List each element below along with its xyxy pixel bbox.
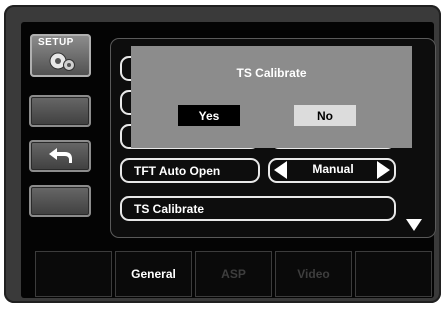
- tab-asp[interactable]: ASP: [195, 251, 272, 297]
- ts-calibrate-dialog: TS Calibrate Yes No: [131, 46, 412, 148]
- setup-button[interactable]: SETUP: [30, 34, 91, 77]
- previous-option-arrow-icon[interactable]: [274, 161, 287, 179]
- tab-blank-left[interactable]: [35, 251, 112, 297]
- tab-general[interactable]: General: [115, 251, 192, 297]
- side-button-blank-1[interactable]: [29, 95, 91, 127]
- tab-video[interactable]: Video: [275, 251, 352, 297]
- next-option-arrow-icon[interactable]: [377, 161, 390, 179]
- side-button-blank-2[interactable]: [29, 185, 91, 217]
- gears-icon: [49, 52, 75, 71]
- device-bezel: SETUP TFT Auto Open Manual TS Calibrate …: [0, 0, 446, 309]
- setup-label: SETUP: [38, 37, 74, 48]
- scroll-down-arrow-icon[interactable]: [406, 219, 422, 231]
- tab-blank-right[interactable]: [355, 251, 432, 297]
- yes-button[interactable]: Yes: [178, 105, 240, 126]
- back-arrow-icon: [49, 148, 72, 163]
- ts-calibrate-text: TS Calibrate: [134, 201, 205, 216]
- back-button[interactable]: [29, 140, 91, 172]
- dialog-title: TS Calibrate: [236, 66, 307, 80]
- no-button[interactable]: No: [294, 105, 356, 126]
- tft-auto-open-value: Manual: [312, 162, 354, 176]
- tft-auto-open-text: TFT Auto Open: [134, 163, 221, 178]
- ts-calibrate-button[interactable]: TS Calibrate: [120, 196, 396, 221]
- tft-auto-open-label: TFT Auto Open: [120, 158, 260, 183]
